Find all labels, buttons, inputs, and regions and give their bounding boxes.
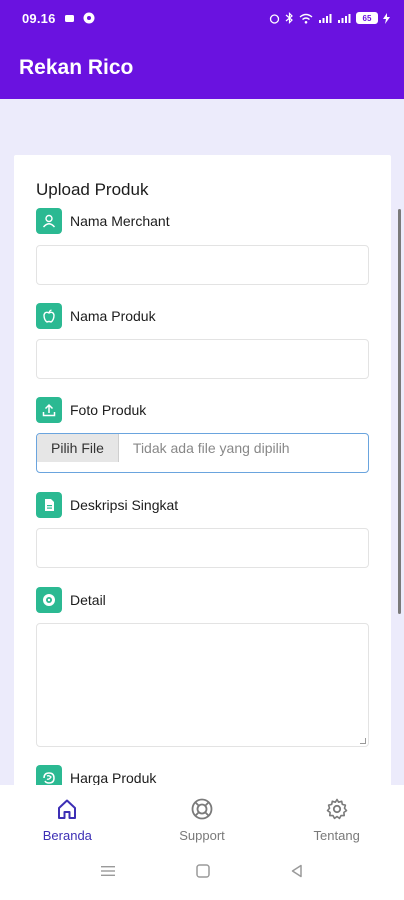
merchant-label-text: Nama Merchant [70, 213, 170, 229]
user-icon [36, 208, 62, 234]
menu-icon[interactable] [99, 864, 117, 883]
app-title: Rekan Rico [19, 55, 134, 79]
nav-item-tentang[interactable]: Tentang [269, 785, 404, 847]
apple-icon [36, 303, 62, 329]
product-input[interactable] [36, 339, 369, 379]
system-nav-bar [0, 847, 404, 900]
form-title: Upload Produk [36, 180, 149, 199]
photo-label: Foto Produk [36, 397, 146, 423]
status-bar: 09.16 65 [0, 0, 404, 36]
resize-handle[interactable] [360, 738, 366, 744]
choose-file-button[interactable]: Pilih File [37, 434, 119, 462]
scrollbar[interactable] [398, 209, 401, 614]
signal-icon [318, 13, 332, 24]
price-tag-icon [36, 765, 62, 785]
bluetooth-icon [285, 12, 294, 24]
detail-circle-icon [36, 587, 62, 613]
product-label-text: Nama Produk [70, 308, 156, 324]
merchant-input[interactable] [36, 245, 369, 285]
app-bar: Rekan Rico [0, 36, 404, 99]
photo-file-input[interactable]: Pilih File Tidak ada file yang dipilih [36, 433, 369, 473]
bottom-nav: Beranda Support Tentang [0, 785, 404, 847]
merchant-label: Nama Merchant [36, 208, 170, 234]
detail-textarea[interactable] [36, 623, 369, 747]
short-desc-label-text: Deskripsi Singkat [70, 497, 179, 513]
nav-item-beranda[interactable]: Beranda [0, 785, 135, 847]
signal-icon-2 [337, 13, 351, 24]
price-label: Harga Produk [36, 765, 156, 785]
detail-label-text: Detail [70, 592, 106, 608]
app-notification-icon [83, 12, 95, 24]
nav-item-support[interactable]: Support [135, 785, 270, 847]
charging-icon [383, 12, 390, 24]
wifi-icon [299, 13, 313, 24]
short-desc-label: Deskripsi Singkat [36, 492, 178, 518]
file-status-text: Tidak ada file yang dipilih [132, 440, 290, 456]
nav-label-tentang: Tentang [313, 828, 360, 843]
document-icon [36, 492, 62, 518]
upload-icon [36, 397, 62, 423]
back-icon[interactable] [289, 863, 305, 884]
battery-icon: 65 [356, 12, 378, 24]
product-label: Nama Produk [36, 303, 156, 329]
short-desc-input[interactable] [36, 528, 369, 568]
notification-icon [64, 13, 75, 24]
lifebuoy-icon [190, 797, 214, 824]
photo-label-text: Foto Produk [70, 402, 147, 418]
detail-label: Detail [36, 587, 106, 613]
nav-label-support: Support [179, 828, 225, 843]
alarm-icon [269, 13, 280, 24]
price-label-text: Harga Produk [70, 770, 157, 785]
nav-label-beranda: Beranda [42, 828, 92, 843]
content-scroll[interactable]: Upload Produk Nama Merchant Nama Produk … [0, 99, 404, 785]
gear-icon [325, 797, 349, 824]
status-time: 09.16 [22, 10, 56, 26]
upload-form-card: Upload Produk Nama Merchant Nama Produk … [14, 155, 391, 785]
home-square-icon[interactable] [195, 863, 211, 884]
home-icon [55, 797, 79, 824]
